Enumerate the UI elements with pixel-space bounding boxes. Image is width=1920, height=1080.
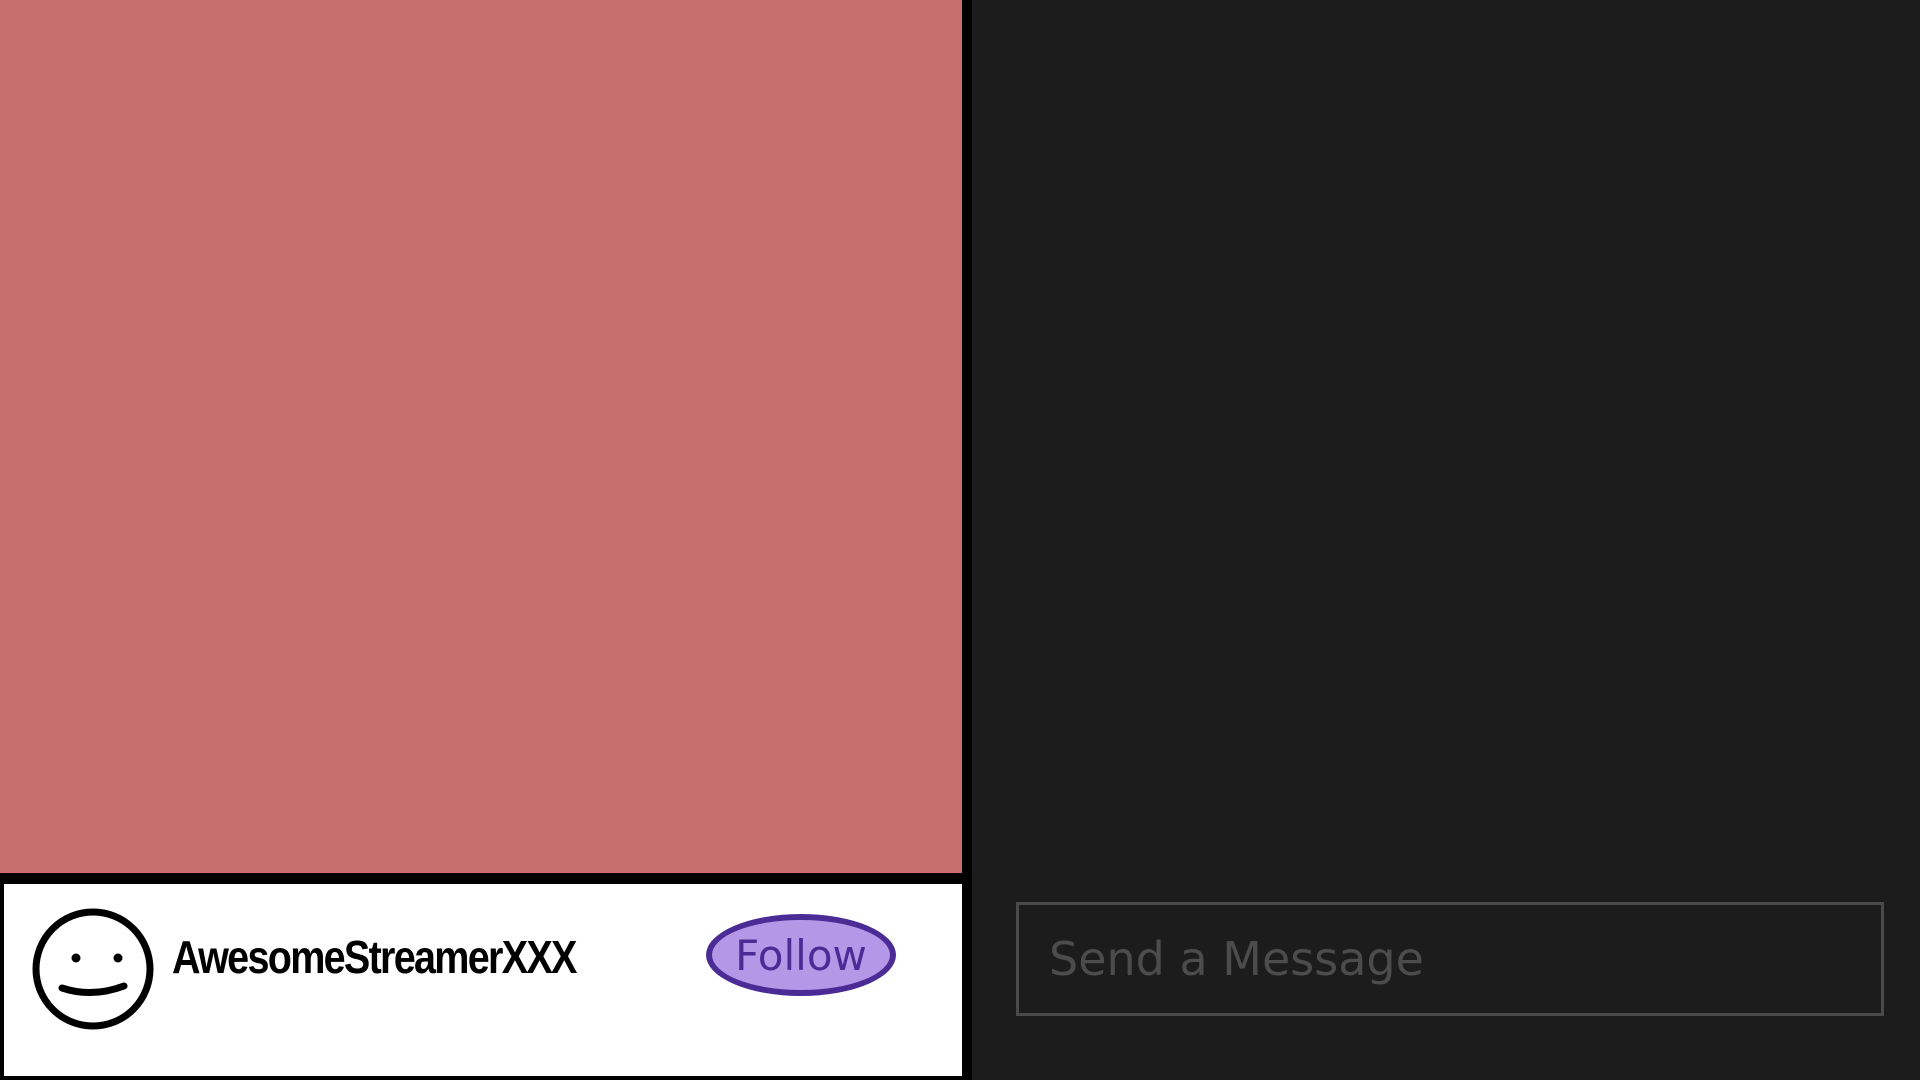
- follow-button-label: Follow: [735, 930, 867, 980]
- send-message-input[interactable]: [1016, 902, 1884, 1016]
- follow-button[interactable]: Follow: [706, 914, 896, 996]
- avatar-graphic: [32, 908, 154, 1030]
- video-player[interactable]: [0, 0, 962, 873]
- smiley-face-icon[interactable]: [30, 906, 156, 1032]
- streamer-info-bar: AwesomeStreamerXXX Follow: [4, 884, 962, 1076]
- streaming-app: AwesomeStreamerXXX Follow: [0, 0, 1920, 1080]
- chat-panel: [972, 0, 1920, 1080]
- streamer-name[interactable]: AwesomeStreamerXXX: [172, 930, 577, 984]
